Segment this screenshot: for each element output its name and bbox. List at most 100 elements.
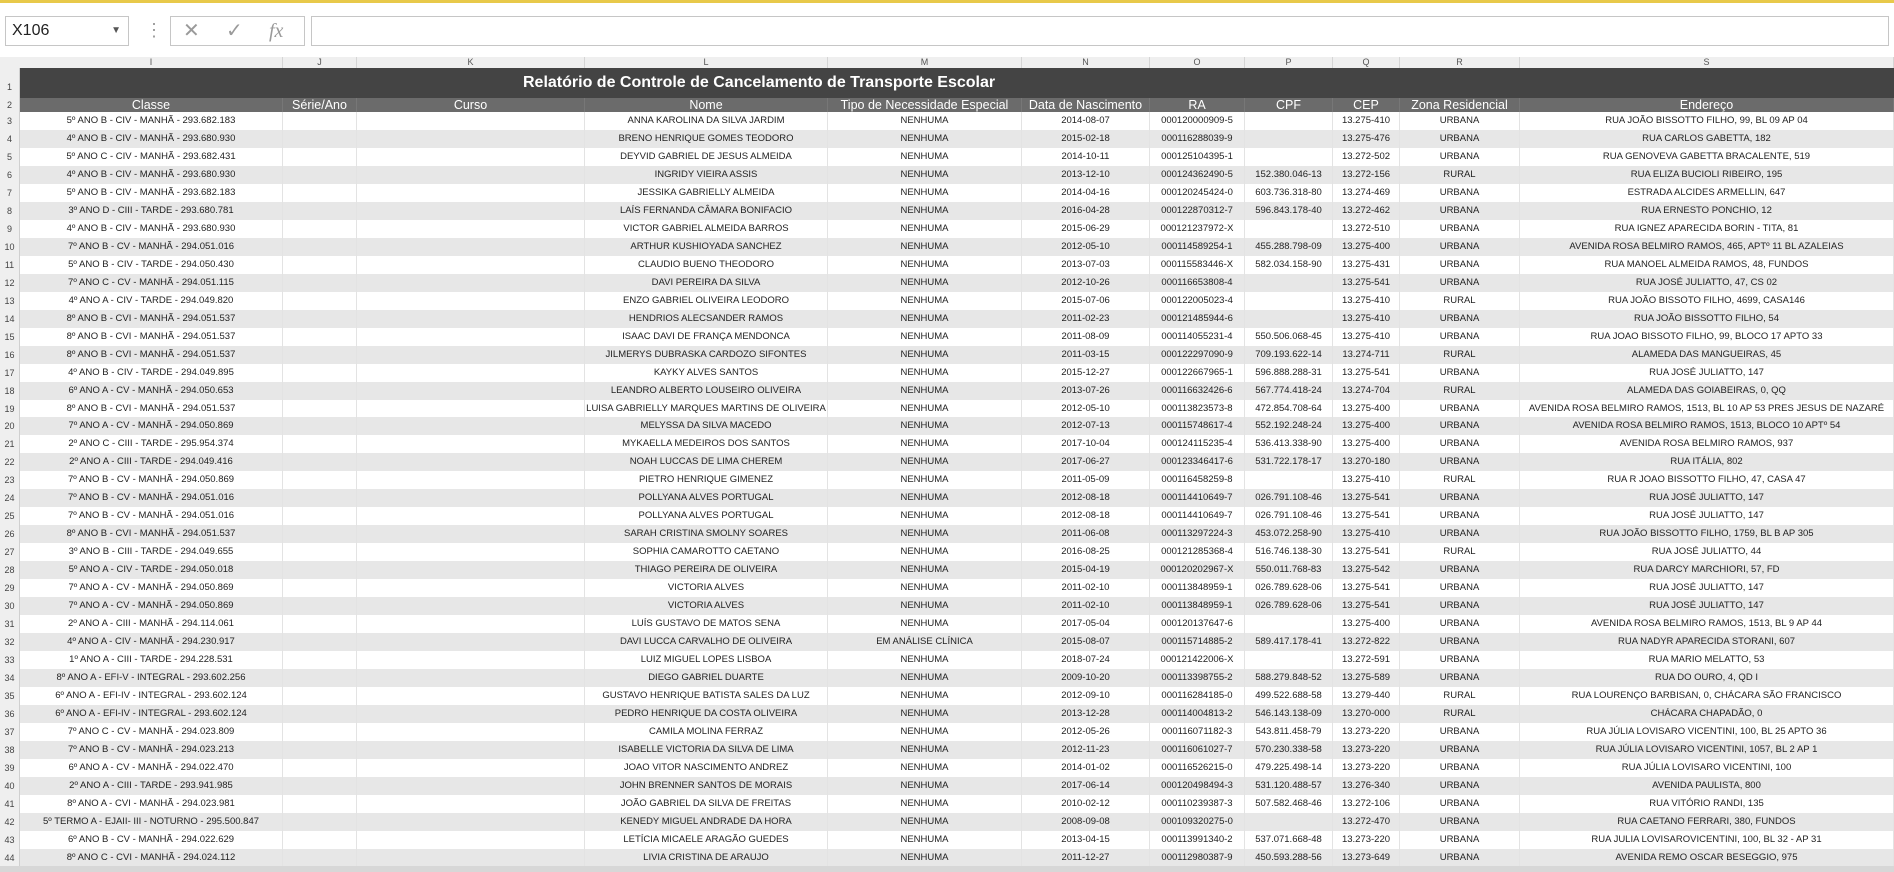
cell-classe[interactable]: 2º ANO A - CIII - MANHÃ - 294.114.061 (20, 615, 283, 634)
cell-zona-residencial[interactable]: URBANA (1400, 453, 1520, 472)
cell-tipo-necessidade[interactable]: NENHUMA (828, 561, 1022, 580)
cell-tipo-necessidade[interactable]: NENHUMA (828, 794, 1022, 813)
cell-ra[interactable]: 000114055231-4 (1150, 327, 1245, 346)
cell-endereco[interactable]: AVENIDA ROSA BELMIRO RAMOS, 465, APTº 11… (1520, 237, 1894, 256)
cell-cpf[interactable]: 543.811.458-79 (1245, 722, 1333, 741)
cell-ra[interactable]: 000120498494-3 (1150, 776, 1245, 795)
cell-zona-residencial[interactable]: RURAL (1400, 687, 1520, 706)
cell-ra[interactable]: 000121237972-X (1150, 219, 1245, 238)
cell-zona-residencial[interactable]: URBANA (1400, 830, 1520, 849)
cell-classe[interactable]: 8º ANO A - CVI - MANHÃ - 294.023.981 (20, 794, 283, 813)
cell-ra[interactable]: 000122870312-7 (1150, 201, 1245, 220)
cell-serie-ano[interactable] (283, 722, 357, 741)
cell-tipo-necessidade[interactable]: NENHUMA (828, 525, 1022, 544)
row-number[interactable]: 2 (0, 98, 20, 112)
cell-cpf[interactable]: 026.791.108-46 (1245, 489, 1333, 508)
cell-ra[interactable]: 000115583446-X (1150, 255, 1245, 274)
cell-zona-residencial[interactable]: URBANA (1400, 615, 1520, 634)
cell-nome[interactable]: JOÃO GABRIEL DA SILVA DE FREITAS (585, 794, 828, 813)
row-number[interactable]: 38 (0, 740, 20, 759)
cell-serie-ano[interactable] (283, 561, 357, 580)
cell-zona-residencial[interactable]: URBANA (1400, 219, 1520, 238)
cell-classe[interactable]: 2º ANO A - CIII - TARDE - 294.049.416 (20, 453, 283, 472)
cell-classe[interactable]: 5º ANO C - CIV - MANHÃ - 293.682.431 (20, 147, 283, 166)
cell-cep[interactable]: 13.275-542 (1333, 561, 1400, 580)
cell-nome[interactable]: POLLYANA ALVES PORTUGAL (585, 489, 828, 508)
cell-data-nascimento[interactable]: 2011-02-23 (1022, 309, 1150, 328)
column-header-k[interactable]: K (357, 57, 585, 68)
cell-tipo-necessidade[interactable]: NENHUMA (828, 327, 1022, 346)
cell-classe[interactable]: 4º ANO A - CIV - TARDE - 294.049.820 (20, 291, 283, 310)
cell-zona-residencial[interactable]: URBANA (1400, 363, 1520, 382)
cell-serie-ano[interactable] (283, 525, 357, 544)
cell-curso[interactable] (357, 525, 585, 544)
cell-serie-ano[interactable] (283, 776, 357, 795)
cell-ra[interactable]: 000124115235-4 (1150, 435, 1245, 454)
row-number[interactable]: 20 (0, 417, 20, 436)
cell-data-nascimento[interactable]: 2014-08-07 (1022, 112, 1150, 130)
cell-classe[interactable]: 4º ANO B - CIV - MANHÃ - 293.680.930 (20, 129, 283, 148)
header-nome[interactable]: Nome (585, 98, 828, 112)
cell-zona-residencial[interactable]: URBANA (1400, 579, 1520, 598)
cell-endereco[interactable]: RUA JOSÉ JULIATTO, 147 (1520, 363, 1894, 382)
cell-tipo-necessidade[interactable]: NENHUMA (828, 417, 1022, 436)
row-number[interactable]: 7 (0, 183, 20, 202)
row-number[interactable]: 13 (0, 291, 20, 310)
cell-cep[interactable]: 13.273-220 (1333, 830, 1400, 849)
cell-cep[interactable]: 13.279-440 (1333, 687, 1400, 706)
cell-curso[interactable] (357, 363, 585, 382)
cell-cep[interactable]: 13.272-462 (1333, 201, 1400, 220)
cell-ra[interactable]: 000113398755-2 (1150, 669, 1245, 688)
cell-tipo-necessidade[interactable]: NENHUMA (828, 363, 1022, 382)
cell-data-nascimento[interactable]: 2012-07-13 (1022, 417, 1150, 436)
cell-nome[interactable]: VICTORIA ALVES (585, 579, 828, 598)
cell-nome[interactable]: CLAUDIO BUENO THEODORO (585, 255, 828, 274)
cell-zona-residencial[interactable]: URBANA (1400, 525, 1520, 544)
cell-tipo-necessidade[interactable]: NENHUMA (828, 722, 1022, 741)
cell-nome[interactable]: THIAGO PEREIRA DE OLIVEIRA (585, 561, 828, 580)
cell-curso[interactable] (357, 201, 585, 220)
cell-endereco[interactable]: RUA JOÃO BISSOTTO FILHO, 54 (1520, 309, 1894, 328)
cell-zona-residencial[interactable]: URBANA (1400, 758, 1520, 777)
cell-cep[interactable]: 13.274-711 (1333, 345, 1400, 364)
cell-zona-residencial[interactable]: URBANA (1400, 848, 1520, 867)
cell-serie-ano[interactable] (283, 794, 357, 813)
column-header-q[interactable]: Q (1333, 57, 1400, 68)
cell-classe[interactable]: 6º ANO A - CV - MANHÃ - 294.022.470 (20, 758, 283, 777)
cell-cpf[interactable]: 026.789.628-06 (1245, 597, 1333, 616)
cell-nome[interactable]: PIETRO HENRIQUE GIMENEZ (585, 471, 828, 490)
cell-cpf[interactable] (1245, 471, 1333, 490)
cell-classe[interactable]: 8º ANO C - CVI - MANHÃ - 294.024.112 (20, 848, 283, 867)
cell-endereco[interactable]: RUA JÚLIA LOVISARO VICENTINI, 100 (1520, 758, 1894, 777)
header-classe[interactable]: Classe (20, 98, 283, 112)
cell-serie-ano[interactable] (283, 435, 357, 454)
cell-endereco[interactable]: RUA JOSÉ JULIATTO, 147 (1520, 489, 1894, 508)
cell-serie-ano[interactable] (283, 453, 357, 472)
cell-data-nascimento[interactable]: 2016-08-25 (1022, 543, 1150, 562)
cell-data-nascimento[interactable]: 2017-06-27 (1022, 453, 1150, 472)
row-number[interactable]: 31 (0, 615, 20, 634)
cell-zona-residencial[interactable]: URBANA (1400, 507, 1520, 526)
cell-curso[interactable] (357, 219, 585, 238)
header-data-nascimento[interactable]: Data de Nascimento (1022, 98, 1150, 112)
cell-tipo-necessidade[interactable]: NENHUMA (828, 848, 1022, 867)
cell-classe[interactable]: 7º ANO B - CV - MANHÃ - 294.051.016 (20, 507, 283, 526)
cell-serie-ano[interactable] (283, 471, 357, 490)
cell-classe[interactable]: 8º ANO B - CVI - MANHÃ - 294.051.537 (20, 399, 283, 418)
cell-ra[interactable]: 000120245424-0 (1150, 183, 1245, 202)
cell-nome[interactable]: KAYKY ALVES SANTOS (585, 363, 828, 382)
insert-function-icon[interactable]: fx (269, 17, 283, 45)
cell-cep[interactable]: 13.275-541 (1333, 597, 1400, 616)
cell-data-nascimento[interactable]: 2012-10-26 (1022, 273, 1150, 292)
header-cpf[interactable]: CPF (1245, 98, 1333, 112)
cell-zona-residencial[interactable]: RURAL (1400, 381, 1520, 400)
cell-data-nascimento[interactable]: 2009-10-20 (1022, 669, 1150, 688)
cell-endereco[interactable]: RUA JOÃO BISSOTTO FILHO, 99, BL 09 AP 04 (1520, 112, 1894, 130)
cell-ra[interactable]: 000124362490-5 (1150, 165, 1245, 184)
cell-cep[interactable]: 13.273-649 (1333, 848, 1400, 867)
cell-data-nascimento[interactable]: 2011-03-15 (1022, 345, 1150, 364)
cell-zona-residencial[interactable]: RURAL (1400, 165, 1520, 184)
cell-cep[interactable]: 13.272-822 (1333, 633, 1400, 652)
cell-data-nascimento[interactable]: 2012-11-23 (1022, 740, 1150, 759)
cell-tipo-necessidade[interactable]: NENHUMA (828, 291, 1022, 310)
